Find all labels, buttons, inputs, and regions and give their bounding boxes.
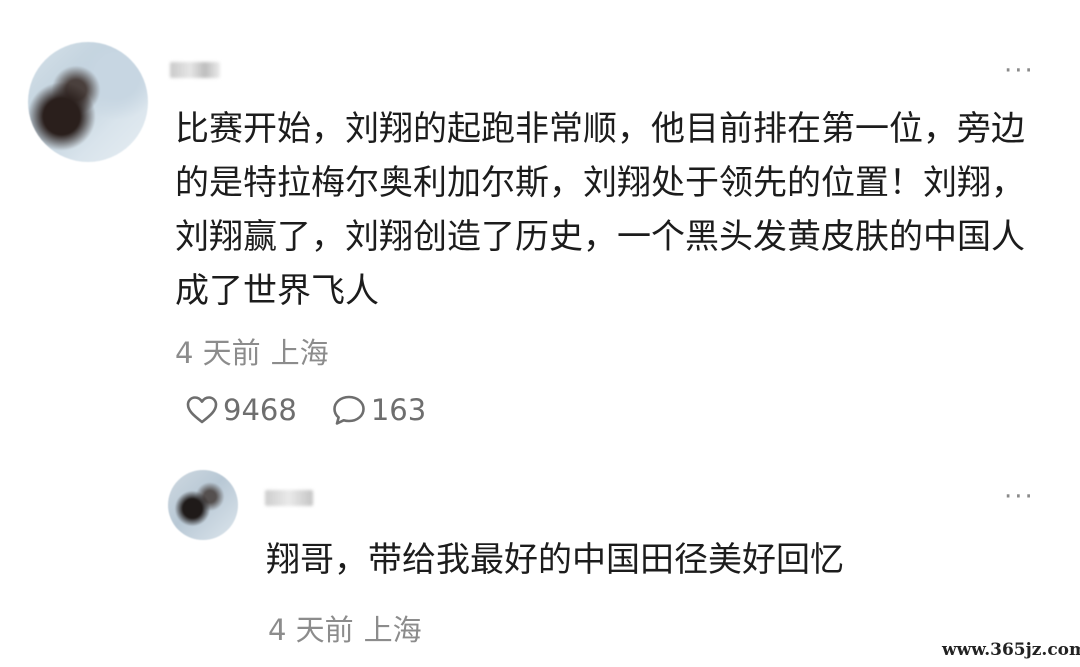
comment-bubble-icon — [331, 393, 367, 427]
reply-meta: 4 天前 上海 — [268, 607, 422, 649]
reply-time: 4 天前 — [268, 613, 354, 647]
heart-outline-icon — [185, 394, 219, 426]
like-count: 9468 — [223, 393, 297, 427]
reply-location: 上海 — [363, 613, 422, 647]
comment-location: 上海 — [270, 336, 329, 370]
commenter-username-blurred[interactable] — [170, 62, 220, 78]
replier-avatar[interactable] — [168, 470, 238, 540]
reply-count-button[interactable]: 163 — [331, 393, 426, 427]
comment-actions: 9468 163 — [185, 390, 426, 430]
comment-thread: ··· 比赛开始，刘翔的起跑非常顺，他目前排在第一位，旁边的是特拉梅尔奥利加尔斯… — [0, 0, 1080, 667]
comment-time: 4 天前 — [175, 336, 261, 370]
replier-username-blurred[interactable] — [265, 490, 313, 506]
more-options-button[interactable]: ··· — [1004, 58, 1035, 84]
commenter-avatar[interactable] — [28, 42, 148, 162]
comment-body: 比赛开始，刘翔的起跑非常顺，他目前排在第一位，旁边的是特拉梅尔奥利加尔斯，刘翔处… — [175, 109, 1025, 311]
like-button[interactable]: 9468 — [185, 393, 297, 427]
comment-meta: 4 天前 上海 — [175, 330, 329, 372]
reply-body: 翔哥，带给我最好的中国田径美好回忆 — [266, 540, 844, 580]
reply-more-options-button[interactable]: ··· — [1004, 484, 1035, 510]
reply-count: 163 — [370, 393, 427, 427]
watermark: www.365jz.com — [942, 637, 1080, 663]
